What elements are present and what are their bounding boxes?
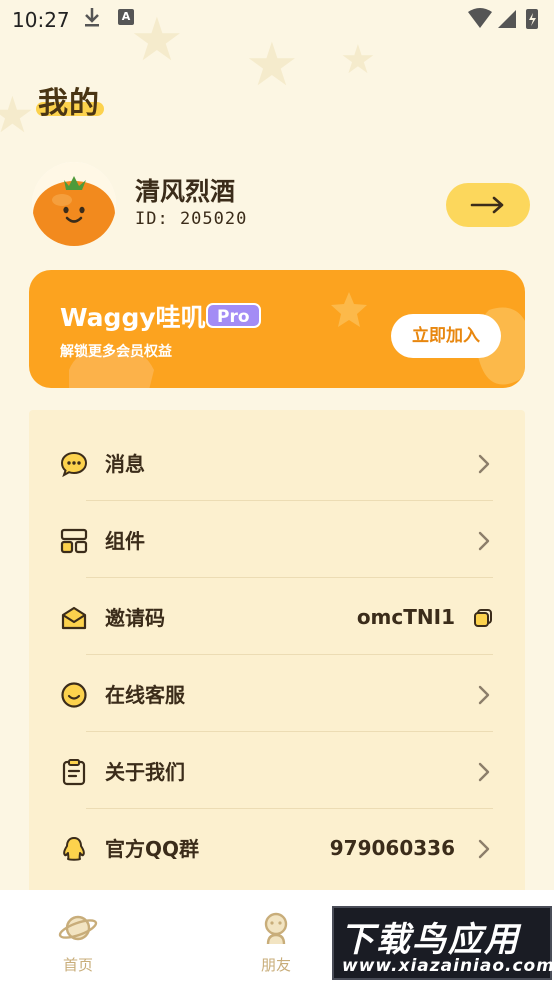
friend-icon xyxy=(264,912,288,945)
menu-label: 组件 xyxy=(105,529,145,553)
menu-label: 在线客服 xyxy=(105,683,185,707)
tab-home[interactable]: 首页 xyxy=(38,910,118,975)
background-star-decoration: ★ xyxy=(245,30,299,100)
user-id: ID: 205020 xyxy=(135,209,248,229)
qq-group-number: 979060336 xyxy=(329,835,455,860)
menu-item-widgets[interactable]: 组件 xyxy=(29,501,525,578)
profile-detail-button[interactable] xyxy=(446,183,530,227)
planet-icon xyxy=(58,915,98,941)
watermark-logo: 下载鸟应用 www.xiazainiao.com xyxy=(332,906,554,980)
avatar[interactable] xyxy=(32,162,116,246)
envelope-icon xyxy=(61,606,87,630)
chevron-right-icon xyxy=(478,762,490,782)
arrow-right-icon xyxy=(470,196,504,214)
invite-code-value: omcTNI1 xyxy=(356,604,455,629)
background-star-decoration: ★ xyxy=(0,86,35,144)
widget-icon xyxy=(60,528,88,554)
status-time: 10:27 xyxy=(12,8,70,32)
menu-item-messages[interactable]: 消息 xyxy=(29,424,525,501)
banner-star-decoration xyxy=(331,292,367,327)
vip-subtitle: 解锁更多会员权益 xyxy=(60,344,172,360)
menu-label: 关于我们 xyxy=(105,760,185,784)
status-bar: 10:27 A xyxy=(0,0,554,38)
menu-label: 官方QQ群 xyxy=(105,837,200,861)
download-icon xyxy=(85,8,99,27)
persimmon-avatar-icon xyxy=(32,162,116,246)
username: 清风烈酒 xyxy=(135,177,236,206)
join-now-button[interactable]: 立即加入 xyxy=(391,314,501,358)
chevron-right-icon xyxy=(478,531,490,551)
menu-label: 邀请码 xyxy=(105,606,165,630)
page-title: 我的 xyxy=(38,86,100,121)
message-icon xyxy=(60,451,88,478)
background-star-decoration: ★ xyxy=(340,37,376,83)
vip-banner[interactable]: Waggy哇叽 Pro 解锁更多会员权益 立即加入 xyxy=(29,270,525,388)
qq-icon xyxy=(63,837,85,861)
menu-item-about-us[interactable]: 关于我们 xyxy=(29,732,525,809)
chevron-right-icon xyxy=(478,454,490,474)
smile-icon xyxy=(61,682,87,708)
vip-title: Waggy哇叽 xyxy=(60,303,206,332)
chevron-right-icon xyxy=(478,685,490,705)
tab-label: 朋友 xyxy=(260,956,291,974)
menu-item-customer-service[interactable]: 在线客服 xyxy=(29,655,525,732)
chevron-right-icon xyxy=(478,839,490,859)
watermark-title: 下载鸟应用 xyxy=(340,920,520,960)
copy-icon[interactable] xyxy=(473,608,493,628)
menu-item-qq-group[interactable]: 官方QQ群 979060336 xyxy=(29,809,525,886)
accessibility-icon: A xyxy=(118,9,134,25)
signal-battery-icons xyxy=(468,8,538,29)
menu-item-invite-code[interactable]: 邀请码 omcTNI1 xyxy=(29,578,525,655)
clipboard-icon xyxy=(62,759,86,786)
menu-label: 消息 xyxy=(105,452,145,476)
watermark-url: www.xiazainiao.com xyxy=(342,956,554,976)
tab-friends[interactable]: 朋友 xyxy=(236,910,316,975)
menu-list: 消息 组件 邀请码 omcTNI1 在线客服 关于我们 官方QQ群 979060… xyxy=(29,410,525,910)
tab-label: 首页 xyxy=(62,956,93,974)
pro-badge: Pro xyxy=(206,303,261,328)
